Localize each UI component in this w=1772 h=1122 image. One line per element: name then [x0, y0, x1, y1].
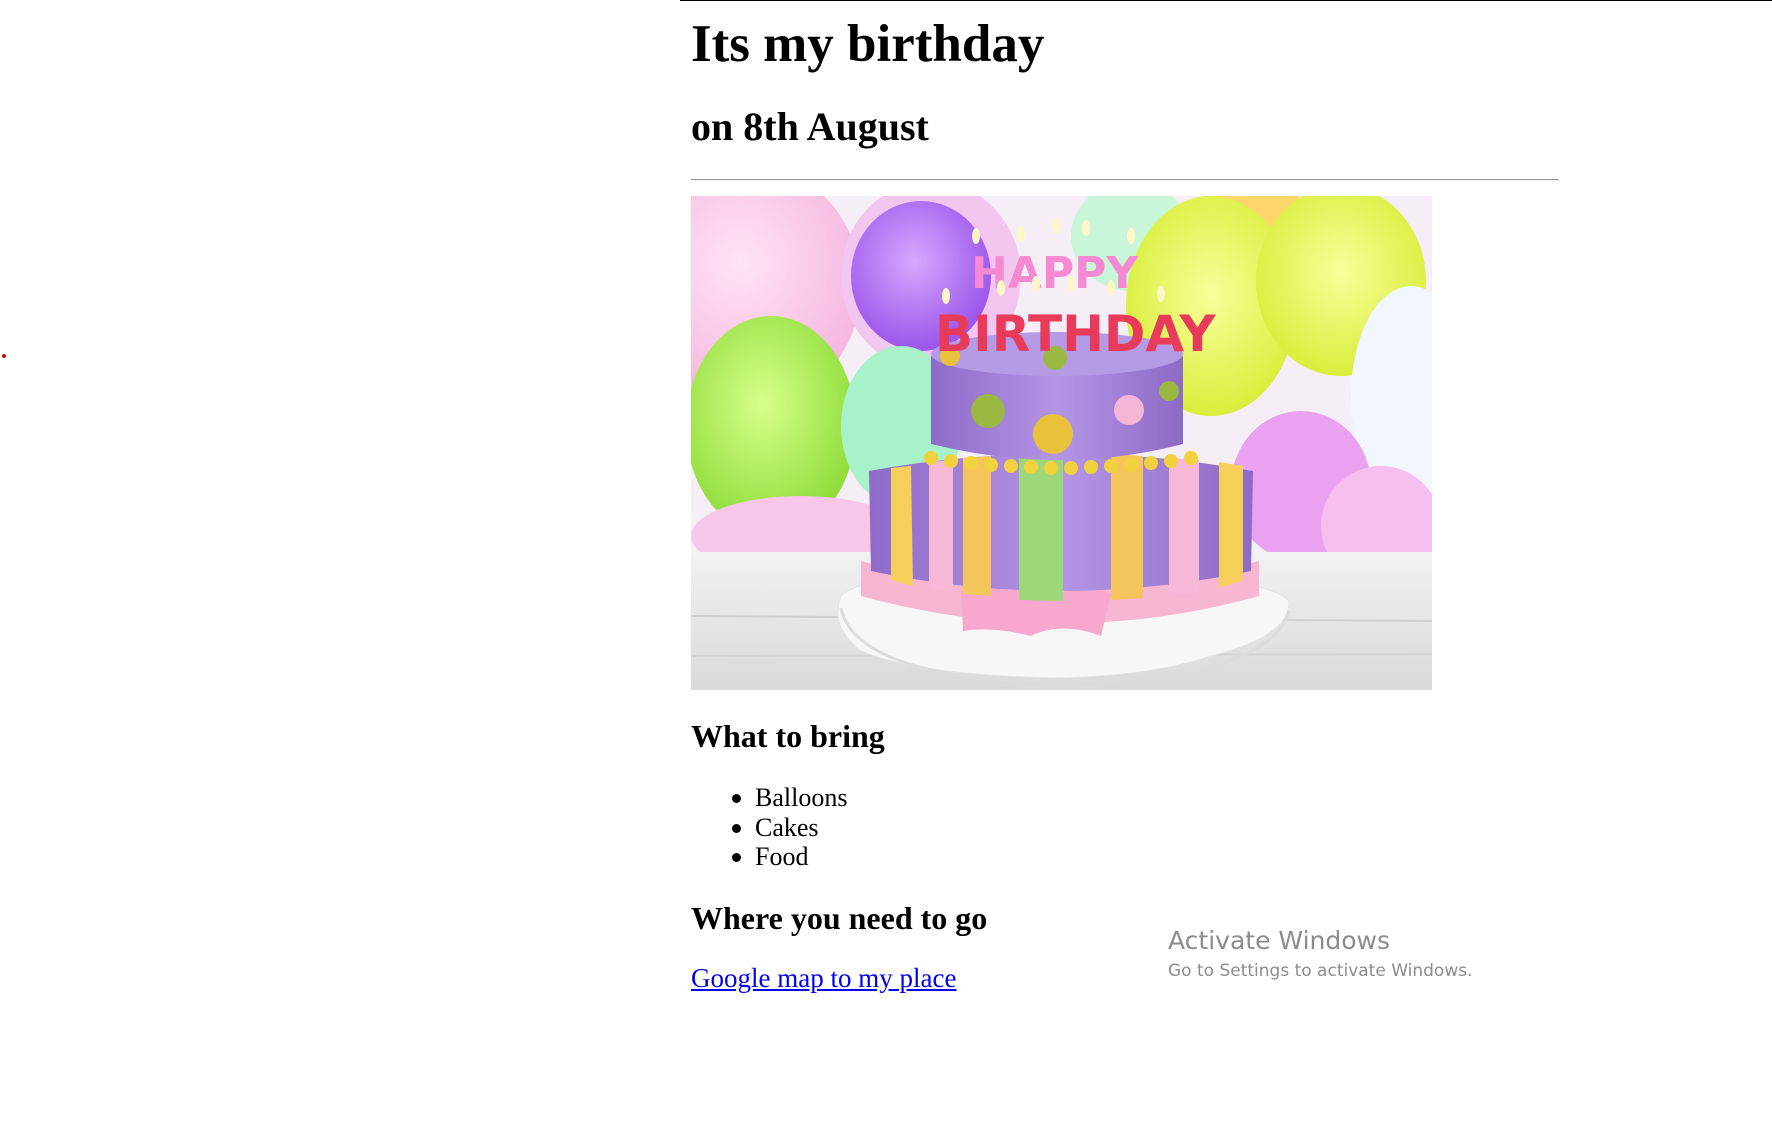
google-map-link[interactable]: Google map to my place: [691, 962, 956, 994]
bring-list: Balloons Cakes Food: [691, 783, 847, 872]
browser-viewport: Its my birthday on 8th August HAPPY BIRT…: [0, 0, 1772, 1122]
bullet-icon: [732, 794, 741, 803]
list-item-label: Balloons: [755, 783, 848, 812]
activate-windows-watermark: Activate Windows Go to Settings to activ…: [1168, 924, 1473, 984]
page-subtitle: on 8th August: [691, 104, 929, 149]
fondant-dot: [1114, 395, 1144, 425]
red-dot-mark: [2, 354, 6, 358]
horizontal-rule: [691, 179, 1559, 181]
what-to-bring-heading: What to bring: [691, 718, 885, 754]
list-item-label: Food: [755, 842, 809, 871]
fondant-dot: [971, 394, 1005, 428]
list-item: Food: [691, 842, 847, 872]
fondant-dot: [1033, 414, 1073, 454]
list-item: Cakes: [691, 813, 847, 843]
watermark-title: Activate Windows: [1168, 926, 1390, 955]
bullet-icon: [732, 853, 741, 862]
top-border-line: [680, 0, 1772, 1]
list-item: Balloons: [691, 783, 847, 813]
page-title: Its my birthday: [691, 15, 1045, 73]
birthday-cake-image: HAPPY BIRTHDAY: [691, 196, 1432, 690]
bullet-icon: [732, 823, 741, 833]
where-to-go-heading: Where you need to go: [691, 900, 988, 936]
fondant-dot: [1159, 381, 1179, 401]
watermark-subtitle: Go to Settings to activate Windows.: [1168, 961, 1473, 981]
list-item-label: Cakes: [755, 812, 819, 842]
candle-text-birthday: BIRTHDAY: [935, 305, 1216, 363]
